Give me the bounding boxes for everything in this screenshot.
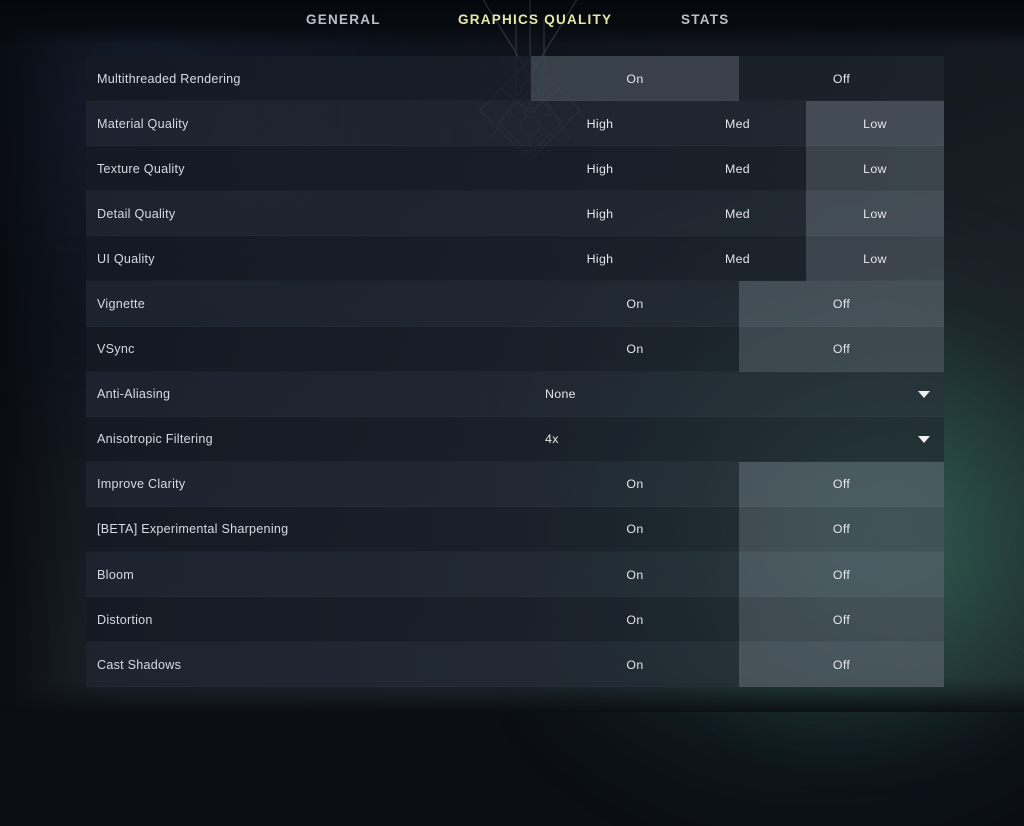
setting-label: UI Quality <box>86 236 531 281</box>
setting-label: Anisotropic Filtering <box>86 417 531 462</box>
option-button[interactable]: Low <box>806 146 944 191</box>
option-button[interactable]: On <box>531 281 739 326</box>
setting-row: Anisotropic Filtering 4x <box>86 417 944 462</box>
setting-label: Distortion <box>86 597 531 642</box>
setting-label: Vignette <box>86 281 531 326</box>
setting-control: 4x <box>531 417 944 462</box>
setting-control: HighMedLow <box>531 191 944 236</box>
setting-row: [BETA] Experimental SharpeningOnOff <box>86 507 944 552</box>
option-button[interactable]: On <box>531 642 739 687</box>
tab-stats[interactable]: STATS <box>681 12 730 27</box>
setting-control: OnOff <box>531 552 944 597</box>
option-button[interactable]: On <box>531 327 739 372</box>
setting-label: Material Quality <box>86 101 531 146</box>
setting-row: Detail QualityHighMedLow <box>86 191 944 236</box>
setting-label: Texture Quality <box>86 146 531 191</box>
option-button[interactable]: Off <box>739 462 944 507</box>
setting-control: None <box>531 372 944 417</box>
setting-control: OnOff <box>531 281 944 326</box>
setting-label: [BETA] Experimental Sharpening <box>86 507 531 552</box>
dropdown-value: None <box>545 387 576 401</box>
graphics-settings-table: Multithreaded RenderingOnOffMaterial Qua… <box>86 56 944 687</box>
setting-label: VSync <box>86 327 531 372</box>
dropdown-select[interactable]: None <box>531 372 944 417</box>
setting-label: Detail Quality <box>86 191 531 236</box>
setting-row: Improve ClarityOnOff <box>86 462 944 507</box>
option-button[interactable]: On <box>531 56 739 101</box>
option-button[interactable]: Low <box>806 191 944 236</box>
chevron-down-icon <box>918 391 930 398</box>
option-button[interactable]: High <box>531 146 669 191</box>
dropdown-value: 4x <box>545 432 559 446</box>
option-button[interactable]: Off <box>739 597 944 642</box>
option-button[interactable]: Med <box>669 146 806 191</box>
setting-control: OnOff <box>531 507 944 552</box>
option-button[interactable]: Low <box>806 236 944 281</box>
option-button[interactable]: Off <box>739 327 944 372</box>
setting-row: VignetteOnOff <box>86 281 944 326</box>
settings-tab-bar: GENERAL GRAPHICS QUALITY STATS <box>0 0 1024 46</box>
dropdown-select[interactable]: 4x <box>531 417 944 462</box>
option-button[interactable]: High <box>531 101 669 146</box>
setting-label: Improve Clarity <box>86 462 531 507</box>
setting-control: HighMedLow <box>531 101 944 146</box>
option-button[interactable]: On <box>531 552 739 597</box>
setting-row: Anti-Aliasing None <box>86 372 944 417</box>
setting-row: Material QualityHighMedLow <box>86 101 944 146</box>
setting-control: OnOff <box>531 462 944 507</box>
setting-control: OnOff <box>531 56 944 101</box>
setting-control: OnOff <box>531 642 944 687</box>
setting-row: Multithreaded RenderingOnOff <box>86 56 944 101</box>
option-button[interactable]: High <box>531 191 669 236</box>
option-button[interactable]: Med <box>669 236 806 281</box>
setting-row: BloomOnOff <box>86 552 944 597</box>
setting-row: UI QualityHighMedLow <box>86 236 944 281</box>
chevron-down-icon <box>918 436 930 443</box>
tab-graphics-quality[interactable]: GRAPHICS QUALITY <box>458 12 612 27</box>
option-button[interactable]: On <box>531 597 739 642</box>
option-button[interactable]: Off <box>739 281 944 326</box>
option-button[interactable]: Med <box>669 101 806 146</box>
option-button[interactable]: On <box>531 462 739 507</box>
setting-label: Bloom <box>86 552 531 597</box>
setting-control: HighMedLow <box>531 236 944 281</box>
option-button[interactable]: High <box>531 236 669 281</box>
setting-label: Cast Shadows <box>86 642 531 687</box>
option-button[interactable]: Low <box>806 101 944 146</box>
setting-label: Multithreaded Rendering <box>86 56 531 101</box>
option-button[interactable]: Off <box>739 56 944 101</box>
setting-control: HighMedLow <box>531 146 944 191</box>
option-button[interactable]: Off <box>739 642 944 687</box>
setting-row: Texture QualityHighMedLow <box>86 146 944 191</box>
setting-label: Anti-Aliasing <box>86 372 531 417</box>
option-button[interactable]: Off <box>739 552 944 597</box>
option-button[interactable]: Med <box>669 191 806 236</box>
option-button[interactable]: Off <box>739 507 944 552</box>
setting-control: OnOff <box>531 327 944 372</box>
setting-row: DistortionOnOff <box>86 597 944 642</box>
tab-general[interactable]: GENERAL <box>306 12 381 27</box>
option-button[interactable]: On <box>531 507 739 552</box>
setting-row: Cast ShadowsOnOff <box>86 642 944 687</box>
setting-control: OnOff <box>531 597 944 642</box>
setting-row: VSyncOnOff <box>86 327 944 372</box>
